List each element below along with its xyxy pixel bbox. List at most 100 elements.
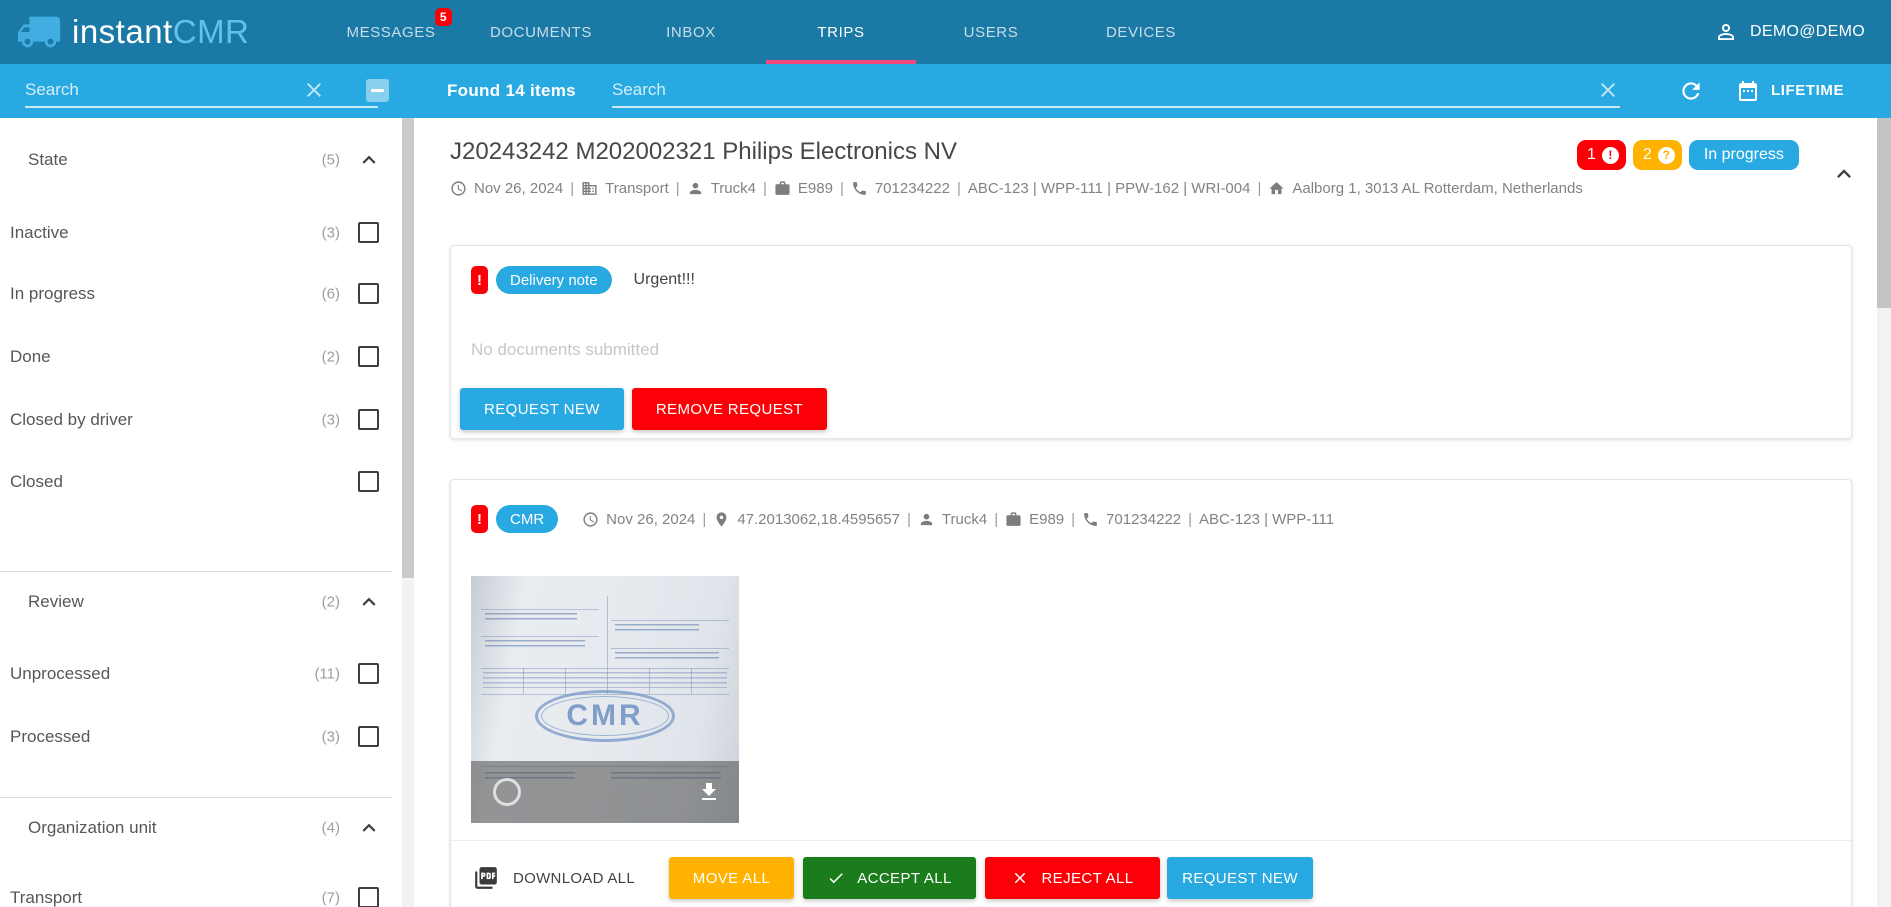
nav-item-messages[interactable]: MESSAGES 5 [316,0,466,64]
divider [451,840,1851,841]
clock-icon [451,181,466,196]
refresh-icon[interactable] [1678,78,1704,104]
document-meta: Nov 26, 2024 | 47.2013062,18.4595657 | Tru… [582,511,1334,528]
thumbnail-overlay [471,761,739,823]
request-new-button[interactable]: REQUEST NEW [1167,857,1313,899]
checkbox-unchecked[interactable] [358,283,379,304]
alert-badge: ! [471,266,488,294]
driver-icon [689,182,701,195]
trip-badges: 1 ! 2 ? In progress [1577,140,1799,170]
card-header: ! Delivery note Urgent!!! [471,266,695,294]
collapse-chevron-up-icon[interactable] [1830,160,1858,188]
warnings-badge: 2 ? [1632,140,1682,170]
phone-icon [852,182,866,195]
reject-all-button[interactable]: REJECT ALL [985,857,1160,899]
chevron-up-icon[interactable] [356,589,382,615]
document-note: Urgent!!! [633,271,695,288]
trip-title: J20243242 M202002321 Philips Electronics… [450,138,957,165]
filters-sidebar: State (5) Inactive (3) In progress (6) D… [0,118,392,907]
filter-section-state[interactable]: State (5) [0,146,392,174]
clear-search-icon[interactable] [302,78,326,102]
filter-item-processed[interactable]: Processed (3) [0,723,392,751]
document-type-badge: Delivery note [496,266,612,294]
date-range-selector[interactable]: LIFETIME [1771,64,1844,118]
nav-label: USERS [963,23,1019,41]
home-icon [1269,182,1284,195]
checkbox-unchecked[interactable] [358,346,379,367]
location-pin-icon [716,511,727,527]
request-new-button[interactable]: REQUEST NEW [460,388,624,430]
chevron-up-icon[interactable] [356,147,382,173]
calendar-icon[interactable] [1736,79,1760,103]
document-card-delivery-note: ! Delivery note Urgent!!! No documents s… [450,245,1852,439]
filter-item-inactive[interactable]: Inactive (3) [0,219,392,247]
status-badge: In progress [1688,140,1799,170]
select-document-circle[interactable] [493,778,521,806]
nav-label: DEVICES [1105,23,1177,41]
user-name: DEMO@DEMO [1750,23,1865,40]
trips-search-input[interactable] [612,74,1620,108]
sidebar-scrollbar-thumb[interactable] [402,118,414,578]
nav-item-inbox[interactable]: INBOX [616,0,766,64]
phone-icon [1084,512,1097,526]
chevron-up-icon[interactable] [356,815,382,841]
question-circle-icon: ? [1657,146,1675,164]
main-scrollbar-thumb[interactable] [1877,118,1891,308]
empty-state-text: No documents submitted [471,340,660,359]
person-icon [1718,24,1735,40]
user-menu[interactable]: DEMO@DEMO [1714,0,1865,64]
filter-item-done[interactable]: Done (2) [0,343,392,371]
building-icon [582,182,597,195]
main-nav: MESSAGES 5 DOCUMENTS INBOX TRIPS USERS D… [316,0,1216,64]
filter-section-review[interactable]: Review (2) [0,588,392,616]
brand-logo[interactable]: instantCMR [16,0,249,64]
checkbox-unchecked[interactable] [358,409,379,430]
move-all-button[interactable]: MOVE ALL [669,857,794,899]
nav-item-trips[interactable]: TRIPS [766,0,916,64]
download-icon[interactable] [697,780,721,804]
check-icon [829,873,843,884]
messages-count-badge: 5 [435,8,452,26]
checkbox-unchecked[interactable] [358,663,379,684]
nav-label: MESSAGES [346,23,436,41]
download-all-button[interactable]: DOWNLOAD ALL [473,857,635,899]
vehicle-icon [775,181,790,195]
checkbox-unchecked[interactable] [358,887,379,907]
filter-bar: Found 14 items LIFETIME [0,64,1891,118]
divider [0,571,392,572]
checkbox-unchecked[interactable] [358,726,379,747]
driver-icon [920,513,933,525]
checkbox-unchecked[interactable] [358,222,379,243]
top-navbar: instantCMR MESSAGES 5 DOCUMENTS INBOX TR… [0,0,1891,64]
document-card-cmr: ! CMR Nov 26, 2024 | 47.2013062,18.459565… [450,479,1852,907]
card-actions: REQUEST NEW REMOVE REQUEST [460,388,828,430]
pdf-icon [475,867,497,889]
filter-item-in-progress[interactable]: In progress (6) [0,280,392,308]
accept-all-button[interactable]: ACCEPT ALL [803,857,976,899]
nav-label: INBOX [666,23,716,41]
brand-name: instantCMR [72,13,250,50]
app-canvas: instantCMR MESSAGES 5 DOCUMENTS INBOX TR… [0,0,1891,907]
trip-meta: Nov 26, 2024 | Transport | Truck4 | E989 | 7… [450,180,1583,197]
filter-item-closed[interactable]: Closed [0,468,392,496]
filter-item-unprocessed[interactable]: Unprocessed (11) [0,660,392,688]
close-icon [1015,872,1026,884]
nav-item-devices[interactable]: DEVICES [1066,0,1216,64]
filter-item-transport[interactable]: Transport (7) [0,884,392,907]
select-all-checkbox-indeterminate[interactable] [366,79,389,102]
nav-item-documents[interactable]: DOCUMENTS [466,0,616,64]
checkbox-unchecked[interactable] [358,471,379,492]
filter-item-closed-by-driver[interactable]: Closed by driver (3) [0,406,392,434]
clear-search-icon[interactable] [1596,78,1620,102]
nav-label: DOCUMENTS [489,23,593,41]
divider [0,797,392,798]
document-thumbnail[interactable]: CMR [471,576,739,823]
vehicle-icon [1006,511,1021,526]
results-count: Found 14 items [447,81,576,100]
alerts-badge: 1 ! [1577,140,1626,170]
clock-icon [583,511,598,527]
nav-item-users[interactable]: USERS [916,0,1066,64]
remove-request-button[interactable]: REMOVE REQUEST [631,388,828,430]
filter-section-organization-unit[interactable]: Organization unit (4) [0,814,392,842]
alert-badge: ! [471,505,488,533]
